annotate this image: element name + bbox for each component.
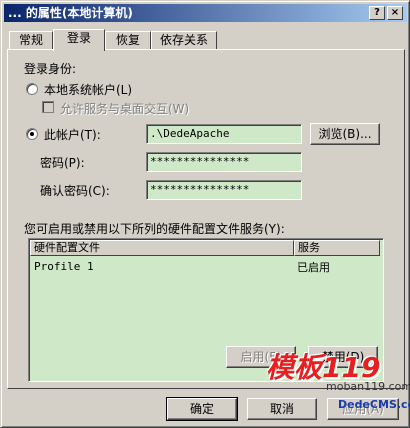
profile-cell: Profile 1 — [34, 260, 94, 273]
tab-logon[interactable]: 登录 — [53, 29, 105, 51]
tab-general[interactable]: 常规 — [9, 31, 53, 50]
service-cell: 已启用 — [297, 261, 330, 274]
local-system-radio[interactable] — [26, 83, 38, 95]
tab-dependencies[interactable]: 依存关系 — [151, 31, 217, 50]
confirm-password-label: 确认密码(C): — [40, 184, 110, 198]
browse-button[interactable]: 浏览(B)... — [310, 123, 380, 145]
disable-button[interactable]: 禁用(D) — [308, 346, 378, 368]
this-account-label: 此帐户(T): — [44, 128, 101, 142]
window-title: ... 的属性(本地计算机) — [8, 6, 133, 20]
properties-dialog: ... 的属性(本地计算机) ? × 常规 登录 恢复 依存关系 登录身份: 本… — [0, 0, 410, 428]
tab-recovery[interactable]: 恢复 — [105, 31, 151, 50]
password-label: 密码(P): — [40, 156, 85, 170]
logon-panel: 登录身份: 本地系统帐户(L) 允许服务与桌面交互(W) 此帐户(T): .\D… — [7, 49, 405, 389]
confirm-password-input[interactable]: *************** — [146, 180, 302, 200]
hardware-profile-description: 您可启用或禁用以下所列的硬件配置文件服务(Y): — [24, 222, 285, 236]
enable-button[interactable]: 启用(E) — [226, 346, 296, 368]
help-button[interactable]: ? — [369, 6, 385, 20]
account-input[interactable]: .\DedeApache — [146, 124, 302, 144]
password-input[interactable]: *************** — [146, 152, 302, 172]
apply-button[interactable]: 应用(A) — [327, 398, 399, 420]
title-bar: ... 的属性(本地计算机) — [4, 4, 407, 22]
local-system-label: 本地系统帐户(L) — [44, 83, 133, 97]
close-button[interactable]: × — [387, 6, 403, 20]
ok-button[interactable]: 确定 — [166, 397, 238, 421]
cancel-button[interactable]: 取消 — [247, 398, 317, 420]
column-header-service[interactable]: 服务 — [294, 240, 380, 256]
logon-as-label: 登录身份: — [24, 62, 77, 76]
this-account-radio[interactable] — [26, 128, 38, 140]
column-header-profile[interactable]: 硬件配置文件 — [30, 240, 294, 256]
allow-desktop-label: 允许服务与桌面交互(W) — [60, 102, 190, 116]
allow-desktop-checkbox[interactable] — [42, 101, 54, 113]
